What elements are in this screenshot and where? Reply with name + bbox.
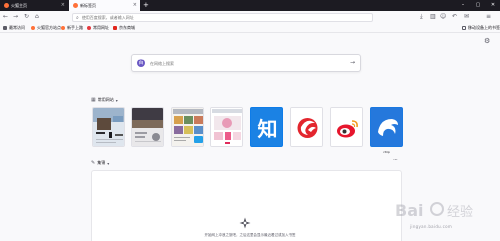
site-thumbnail <box>172 108 203 146</box>
site-thumbnail <box>211 108 242 146</box>
chevron-down-icon: ▾ <box>107 160 110 166</box>
top-site-tile[interactable] <box>290 107 323 147</box>
reload-icon[interactable]: ↻ <box>24 13 29 21</box>
site-thumbnail <box>132 108 163 146</box>
bookmark-label: 火狐官方站点 <box>37 25 61 30</box>
chevron-down-icon: ▾ <box>115 97 118 103</box>
download-icon[interactable]: ⤓ <box>420 13 423 21</box>
zhihu-icon: 知 <box>251 108 282 146</box>
grid-icon: ▦ <box>91 97 96 103</box>
globe-icon <box>87 26 91 30</box>
undo-icon[interactable]: ↶ <box>452 13 457 21</box>
top-site-tile[interactable] <box>210 107 243 147</box>
highlights-panel <box>91 170 402 241</box>
highlights-heading[interactable]: ✎ 集锦 ▾ <box>91 160 109 166</box>
bookmark-mobile[interactable]: 移动设备上的书签 <box>462 25 500 31</box>
web-search-box[interactable]: 百 → <box>131 54 361 72</box>
minimize-icon[interactable]: – <box>456 0 470 11</box>
svg-text:经验: 经验 <box>447 204 473 220</box>
highlights-empty-icon <box>239 217 251 229</box>
bookmark-most-visited[interactable]: 最常访问 <box>3 25 25 31</box>
back-icon[interactable]: ← <box>3 13 8 21</box>
zhihu-glyph: 知 <box>258 117 278 141</box>
close-window-icon[interactable]: ✕ <box>486 0 500 11</box>
bookmark-label: 移动设备上的书签 <box>468 25 500 30</box>
arrow-right-icon[interactable]: → <box>350 60 355 66</box>
svg-text:Bai: Bai <box>395 201 423 220</box>
bookmark-jd[interactable]: 京东商城 <box>113 25 135 31</box>
bookmark-label: 新手上路 <box>67 25 83 30</box>
tab-bar: 火狐主页 × 新标签页 × + – ▢ ✕ <box>0 0 500 11</box>
gear-icon <box>3 26 7 30</box>
section-title: 集锦 <box>97 160 106 165</box>
top-sites-heading[interactable]: ▦ 常用网站 ▾ <box>91 97 118 103</box>
highlights-empty-message: 开始网上冲浪之旅吧，之后这里会显示最近看过或加入书签 <box>204 233 296 237</box>
forward-icon[interactable]: → <box>13 13 18 21</box>
maximize-icon[interactable]: ▢ <box>471 0 485 11</box>
section-title: 常用网站 <box>97 97 114 102</box>
menu-icon[interactable]: ≡ <box>486 13 491 21</box>
baidu-jingyan-watermark: Bai 经验 <box>395 201 473 220</box>
bookmark-common-sites[interactable]: 常用网址 <box>87 25 109 31</box>
close-tab-icon[interactable]: × <box>133 3 137 8</box>
mail-icon[interactable]: ✉ <box>464 13 469 21</box>
baidu-icon: 百 <box>137 59 145 67</box>
firefox-icon <box>73 3 78 8</box>
gear-icon[interactable]: ⚙ <box>484 38 490 45</box>
new-tab-button[interactable]: + <box>143 0 149 11</box>
top-site-tile[interactable] <box>131 107 164 147</box>
highlights-icon: ✎ <box>91 160 96 166</box>
firefox-icon <box>31 26 35 30</box>
ctrip-dolphin-icon <box>371 108 402 146</box>
home-icon[interactable]: ⌂ <box>35 13 39 21</box>
top-site-tile-ctrip[interactable] <box>370 107 403 147</box>
search-icon: ⌕ <box>76 14 79 21</box>
swirl-logo-icon <box>291 108 322 146</box>
site-thumbnail <box>93 108 124 146</box>
firefox-icon <box>4 3 9 8</box>
tile-label: ctrip <box>383 150 390 154</box>
watermark-url: jingyan.baidu.com <box>410 224 453 229</box>
bookmark-label: 最常访问 <box>9 25 25 30</box>
top-site-tile[interactable] <box>171 107 204 147</box>
top-site-tile-zhihu[interactable]: 知 <box>250 107 283 147</box>
url-bar[interactable]: ⌕ <box>72 13 373 22</box>
tab-new-tab[interactable]: 新标签页 × <box>69 0 140 11</box>
close-tab-icon[interactable]: × <box>61 3 65 8</box>
firefox-icon <box>61 26 65 30</box>
bookmark-firefox-site[interactable]: 火狐官方站点 <box>31 25 61 31</box>
bookmark-getting-started[interactable]: 新手上路 <box>61 25 83 31</box>
tab-label: 火狐主页 <box>11 2 27 8</box>
top-site-tile[interactable] <box>92 107 125 147</box>
bookmarks-toolbar: 最常访问 火狐官方站点 新手上路 常用网址 京东商城 移动设备上的书签 <box>0 23 500 33</box>
folder-icon <box>462 26 466 30</box>
top-site-tile-weibo[interactable] <box>330 107 363 147</box>
bookmark-label: 常用网址 <box>93 25 109 30</box>
jd-icon <box>113 26 117 30</box>
search-input[interactable] <box>150 60 340 66</box>
url-input[interactable] <box>81 15 362 20</box>
library-icon[interactable]: ▥ <box>430 13 436 21</box>
account-icon[interactable]: ☺ <box>440 13 446 21</box>
more-options-icon[interactable]: ··· <box>393 158 398 164</box>
tab-firefox-home[interactable]: 火狐主页 × <box>0 0 68 11</box>
bookmark-label: 京东商城 <box>119 25 135 30</box>
weibo-icon <box>331 108 362 146</box>
tab-label: 新标签页 <box>80 2 96 8</box>
